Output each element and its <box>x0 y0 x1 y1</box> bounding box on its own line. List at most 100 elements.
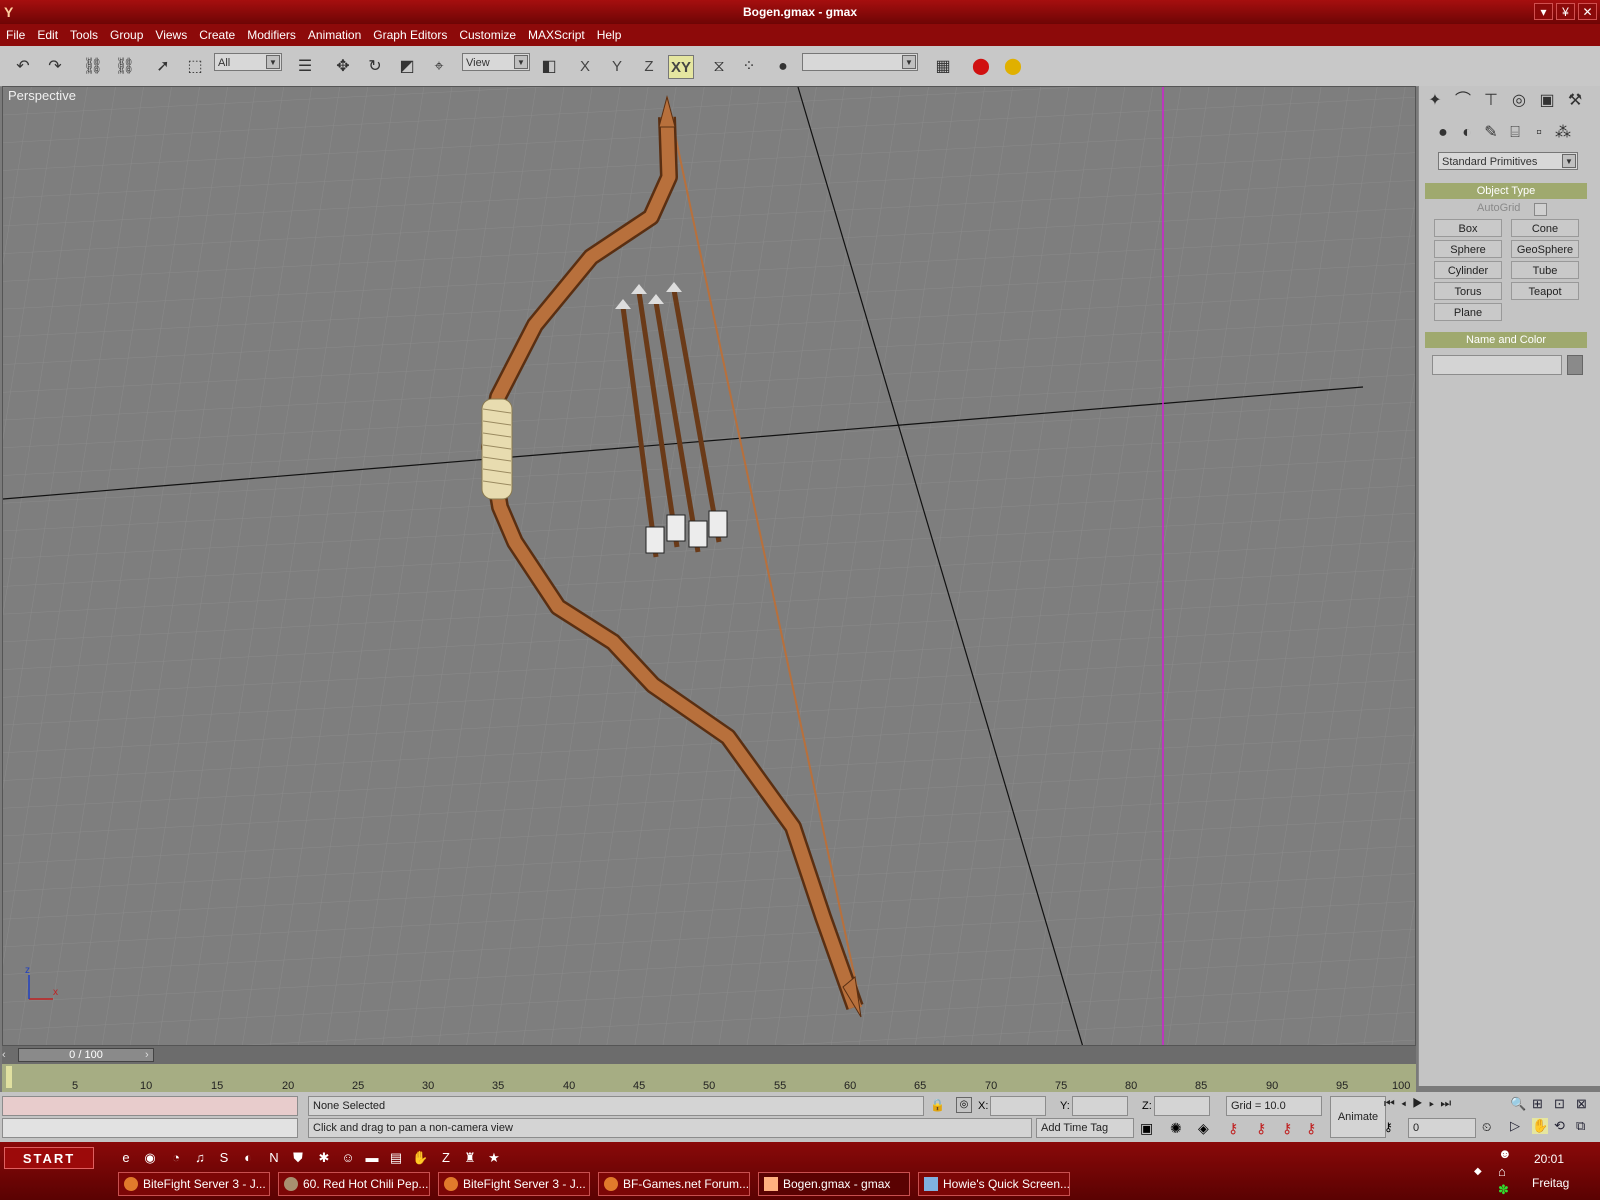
fov-icon[interactable]: ▷ <box>1510 1118 1520 1134</box>
tray-user-icon[interactable]: ☻ <box>1498 1146 1512 1161</box>
quicklaunch-folder-icon[interactable]: ▬ <box>364 1150 380 1166</box>
autogrid-checkbox[interactable] <box>1534 203 1547 216</box>
quicklaunch-z-icon[interactable]: Z <box>438 1150 454 1166</box>
key-icon[interactable]: ⚷ <box>1384 1120 1393 1134</box>
object-color-swatch[interactable] <box>1567 355 1583 375</box>
torus-button[interactable]: Torus <box>1434 282 1502 300</box>
start-button[interactable]: START <box>4 1147 94 1169</box>
display-tab-icon[interactable]: ▣ <box>1534 88 1560 114</box>
zoom-extents-icon[interactable]: ⊡ <box>1554 1096 1565 1112</box>
zoom-all-icon[interactable]: ⊞ <box>1532 1096 1543 1112</box>
axis-xy-button[interactable]: XY <box>668 55 694 79</box>
axis-y-button[interactable]: Y <box>604 55 630 79</box>
next-frame-icon[interactable]: ▸ <box>1429 1096 1440 1110</box>
category-dropdown[interactable]: Standard Primitives ▼ <box>1438 152 1578 170</box>
quicklaunch-hand-icon[interactable]: ✋ <box>412 1150 428 1166</box>
z-coordinate-field[interactable] <box>1154 1096 1210 1116</box>
quicklaunch-person-icon[interactable]: ☺ <box>340 1150 356 1166</box>
snap-icon[interactable]: ▣ <box>1140 1120 1153 1137</box>
axis-x-button[interactable]: X <box>572 55 598 79</box>
create-tab-icon[interactable]: ✦ <box>1422 88 1448 114</box>
shapes-icon[interactable]: ◐ <box>1456 120 1478 146</box>
object-type-rollout-header[interactable]: Object Type <box>1425 183 1587 199</box>
quick-render-icon[interactable]: ⬤ <box>1000 54 1026 80</box>
quicklaunch-n-icon[interactable]: N <box>266 1150 282 1166</box>
layers-icon[interactable]: ▦ <box>930 54 956 80</box>
key-tangent-icon[interactable]: ⚷ <box>1306 1120 1316 1137</box>
quicklaunch-star-icon[interactable]: ★ <box>486 1150 502 1166</box>
taskbar-button-bitefight-1[interactable]: BiteFight Server 3 - J... <box>118 1172 270 1196</box>
material-ball-icon[interactable]: ● <box>770 54 796 80</box>
axis-z-button[interactable]: Z <box>636 55 662 79</box>
mirror-icon[interactable]: ⧖ <box>706 54 732 80</box>
key-filter-icon[interactable]: ⚷ <box>1256 1120 1266 1137</box>
pivot-icon[interactable]: ⌖ <box>426 54 452 80</box>
hierarchy-tab-icon[interactable]: ⊤ <box>1478 88 1504 114</box>
menu-maxscript[interactable]: MAXScript <box>522 24 591 42</box>
selection-filter-dropdown[interactable]: All ▼ <box>214 53 282 71</box>
quicklaunch-chest-icon[interactable]: ▤ <box>388 1150 404 1166</box>
maximize-viewport-icon[interactable]: ⧉ <box>1576 1118 1585 1134</box>
scale-icon[interactable]: ◩ <box>394 54 420 80</box>
modify-tab-icon[interactable]: ⌒ <box>1450 88 1476 114</box>
set-key-icon[interactable]: ⚷ <box>1282 1120 1292 1137</box>
spacewarps-icon[interactable]: ⁂ <box>1552 120 1574 146</box>
quicklaunch-app-icon[interactable]: ♫ <box>192 1150 208 1166</box>
menu-help[interactable]: Help <box>591 24 628 42</box>
go-to-start-icon[interactable]: ⏮ <box>1384 1096 1401 1110</box>
zoom-extents-all-icon[interactable]: ⊠ <box>1576 1096 1587 1112</box>
slider-right-arrow-icon[interactable]: › <box>145 1048 157 1062</box>
object-name-field[interactable] <box>1432 355 1562 375</box>
time-config-icon[interactable]: ⏲ <box>1482 1120 1491 1135</box>
region-select-icon[interactable]: ⬚ <box>182 54 208 80</box>
maxscript-listener-field[interactable] <box>2 1096 298 1116</box>
quicklaunch-firefox-icon[interactable]: ◉ <box>142 1150 158 1166</box>
zoom-icon[interactable]: 🔍 <box>1510 1096 1526 1112</box>
select-by-name-icon[interactable]: ☰ <box>292 54 318 80</box>
quicklaunch-ie-icon[interactable]: e <box>118 1150 134 1166</box>
reference-coord-dropdown[interactable]: View ▼ <box>462 53 530 71</box>
percent-snap-icon[interactable]: ◈ <box>1198 1120 1209 1137</box>
add-time-tag-button[interactable]: Add Time Tag <box>1036 1118 1134 1138</box>
named-selection-dropdown[interactable]: ▼ <box>802 53 918 71</box>
motion-tab-icon[interactable]: ◎ <box>1506 88 1532 114</box>
y-coordinate-field[interactable] <box>1072 1096 1128 1116</box>
menu-customize[interactable]: Customize <box>453 24 522 42</box>
link-icon[interactable]: ⛓ <box>80 54 106 80</box>
cone-button[interactable]: Cone <box>1511 219 1579 237</box>
menu-tools[interactable]: Tools <box>64 24 104 42</box>
taskbar-button-forum[interactable]: BF-Games.net Forum... <box>598 1172 750 1196</box>
move-icon[interactable]: ✥ <box>330 54 356 80</box>
previous-frame-icon[interactable]: ◂ <box>1401 1096 1412 1110</box>
lights-icon[interactable]: ✎ <box>1480 120 1502 146</box>
quicklaunch-app2-icon[interactable]: ♜ <box>462 1150 478 1166</box>
menu-file[interactable]: File <box>0 24 31 42</box>
minimize-button[interactable]: ▾ <box>1534 3 1553 20</box>
maxscript-output-field[interactable] <box>2 1118 298 1138</box>
menu-modifiers[interactable]: Modifiers <box>241 24 302 42</box>
undo-icon[interactable]: ↶ <box>10 54 36 80</box>
quicklaunch-gear-icon[interactable]: ✱ <box>316 1150 332 1166</box>
play-icon[interactable]: ▶ <box>1412 1096 1429 1110</box>
taskbar-button-bitefight-2[interactable]: BiteFight Server 3 - J... <box>438 1172 590 1196</box>
tray-network-icon[interactable]: ⌂ <box>1498 1164 1506 1179</box>
close-button[interactable]: ✕ <box>1578 3 1597 20</box>
plane-button[interactable]: Plane <box>1434 303 1502 321</box>
sphere-button[interactable]: Sphere <box>1434 240 1502 258</box>
current-frame-field[interactable]: 0 <box>1408 1118 1476 1138</box>
absolute-mode-icon[interactable]: ◎ <box>956 1097 972 1113</box>
menu-animation[interactable]: Animation <box>302 24 367 42</box>
pivot-center-icon[interactable]: ◧ <box>536 54 562 80</box>
tray-status-icon[interactable]: ✽ <box>1498 1182 1509 1198</box>
pan-icon[interactable]: ✋ <box>1532 1118 1549 1134</box>
angle-snap-icon[interactable]: ✺ <box>1170 1120 1182 1137</box>
quicklaunch-skype-icon[interactable]: S <box>216 1150 232 1166</box>
cameras-icon[interactable]: ⌸ <box>1504 120 1526 146</box>
timeline-track[interactable]: 5 10 15 20 25 30 35 40 45 50 55 60 65 70… <box>2 1064 1416 1092</box>
quicklaunch-browser-icon[interactable]: ◐ <box>240 1150 256 1166</box>
taskbar-button-media[interactable]: 60. Red Hot Chili Pep... <box>278 1172 430 1196</box>
taskbar-button-gmax[interactable]: Bogen.gmax - gmax <box>758 1172 910 1196</box>
lock-icon[interactable]: 🔒 <box>930 1098 945 1112</box>
menu-create[interactable]: Create <box>193 24 241 42</box>
quicklaunch-media-icon[interactable]: ◔ <box>168 1150 184 1166</box>
